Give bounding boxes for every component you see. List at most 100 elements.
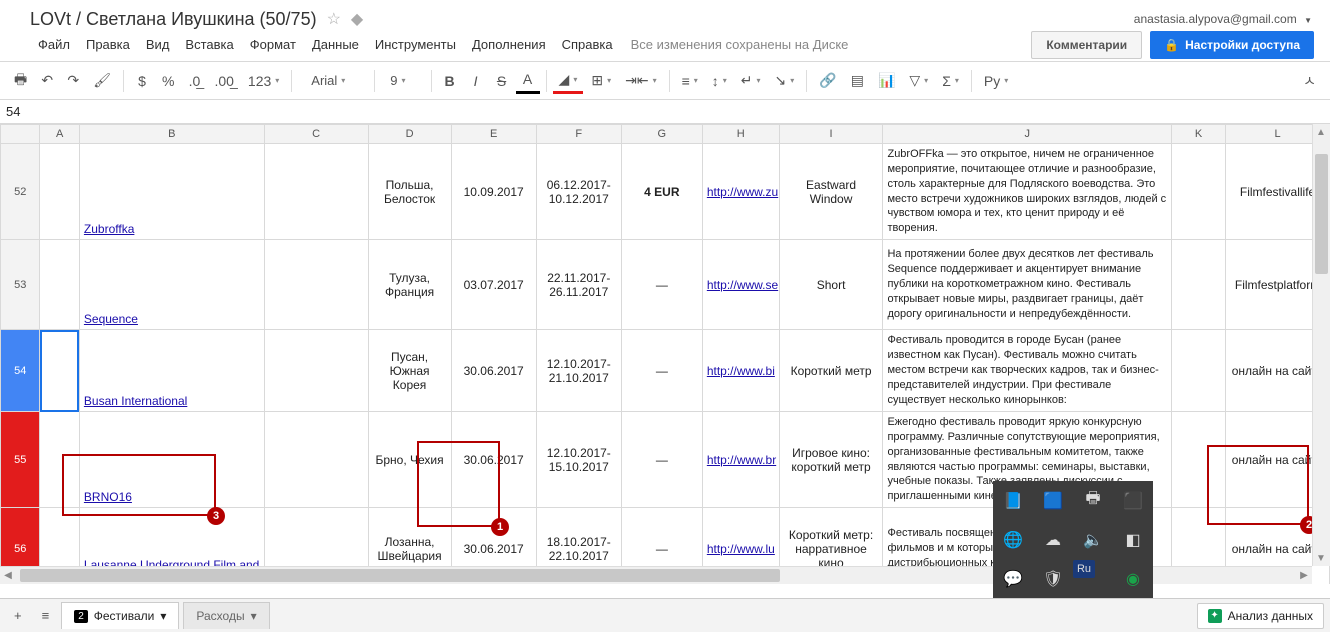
cell[interactable]: Пусан, Южная Корея [368,330,451,412]
column-header[interactable]: G [621,125,702,144]
italic-icon[interactable]: I [464,68,488,94]
cell[interactable]: http://www.se [702,240,779,330]
cell[interactable]: 03.07.2017 [451,240,536,330]
column-header[interactable]: C [264,125,368,144]
cell[interactable]: Игровое кино: короткий метр [779,412,883,508]
sheet-tab-expenses[interactable]: Расходы ▾ [183,602,269,629]
cell[interactable]: http://www.bi [702,330,779,412]
cell[interactable]: 22.11.2017-26.11.2017 [536,240,621,330]
format-percent-icon[interactable]: % [156,68,180,94]
cell[interactable]: Short [779,240,883,330]
row-header[interactable]: 54 [1,330,40,412]
document-title[interactable]: LOVt / Светлана Ивушкина (50/75) [30,9,317,30]
cell[interactable] [40,240,79,330]
collapse-toolbar-icon[interactable]: ㅅ [1297,68,1322,94]
menu-data[interactable]: Данные [304,33,367,56]
cell[interactable] [1172,330,1226,412]
sheet-tab-festivals[interactable]: 2 Фестивали ▾ [61,602,179,629]
cell[interactable]: 12.10.2017-21.10.2017 [536,330,621,412]
cell[interactable]: 30.06.2017 [451,412,536,508]
cell[interactable]: Eastward Window [779,144,883,240]
scroll-thumb[interactable] [1315,154,1328,274]
column-header[interactable]: E [451,125,536,144]
insert-link-icon[interactable]: 🔗 [813,68,842,94]
share-button[interactable]: 🔒 Настройки доступа [1150,31,1314,59]
column-header[interactable]: H [702,125,779,144]
menu-view[interactable]: Вид [138,33,178,56]
row-header[interactable]: 52 [1,144,40,240]
fill-color-icon[interactable]: ◢▾ [553,68,584,94]
menu-format[interactable]: Формат [242,33,304,56]
tray-icon[interactable]: 🛡 [1033,560,1073,599]
tray-icon[interactable]: 📘 [993,481,1033,520]
scroll-right-icon[interactable]: ▶ [1296,567,1312,583]
scroll-down-icon[interactable]: ▼ [1313,550,1329,566]
cell[interactable]: На протяжении более двух десятков лет фе… [883,240,1172,330]
borders-icon[interactable]: ⊞▾ [585,68,617,94]
cell[interactable] [264,144,368,240]
add-sheet-icon[interactable]: + [6,604,30,627]
cell[interactable]: — [621,330,702,412]
cell[interactable]: 06.12.2017-10.12.2017 [536,144,621,240]
tray-icon[interactable]: 🟦 [1033,481,1073,520]
cell[interactable]: http://www.br [702,412,779,508]
cell[interactable]: Тулуза, Франция [368,240,451,330]
text-color-icon[interactable]: A [516,68,540,94]
tray-icon[interactable]: 🔈 [1073,520,1113,559]
format-currency-icon[interactable]: $ [130,68,154,94]
h-align-icon[interactable]: ≡▾ [676,68,704,94]
tray-icon[interactable]: ◧ [1113,520,1153,559]
functions-icon[interactable]: Σ▾ [936,68,965,94]
cell[interactable]: ZubrOFFka — это открытое, ничем не огран… [883,144,1172,240]
text-wrap-icon[interactable]: ↵▾ [735,68,767,94]
cell[interactable]: 12.10.2017-15.10.2017 [536,412,621,508]
cell[interactable] [40,144,79,240]
menu-tools[interactable]: Инструменты [367,33,464,56]
cell[interactable]: Польша, Белосток [368,144,451,240]
all-sheets-icon[interactable]: ≡ [34,604,58,627]
column-header[interactable]: J [883,125,1172,144]
cell[interactable] [1172,412,1226,508]
row-header[interactable]: 53 [1,240,40,330]
redo-icon[interactable]: ↷ [61,68,85,94]
column-header[interactable]: F [536,125,621,144]
menu-edit[interactable]: Правка [78,33,138,56]
cell[interactable] [1172,240,1226,330]
cell[interactable]: — [621,412,702,508]
select-all-cell[interactable] [1,125,40,144]
cell[interactable]: Брно, Чехия [368,412,451,508]
column-header[interactable]: D [368,125,451,144]
tray-icon[interactable]: 🖶 [1073,481,1113,520]
comments-button[interactable]: Комментарии [1031,31,1142,59]
star-icon[interactable]: ☆ [327,9,341,29]
tray-icon[interactable]: ⬛ [1113,481,1153,520]
cell[interactable]: BRNO16 [79,412,264,508]
font-select[interactable]: Arial▾ [298,68,368,94]
menu-insert[interactable]: Вставка [177,33,241,56]
text-rotation-icon[interactable]: ↘▾ [769,68,801,94]
row-header[interactable]: 55 [1,412,40,508]
vertical-scrollbar[interactable]: ▲ ▼ [1312,124,1330,566]
tray-icon[interactable]: Ru [1073,560,1095,578]
bold-icon[interactable]: B [438,68,462,94]
system-tray[interactable]: 📘 🟦 🖶 ⬛ 🌐 ☁ 🔈 ◧ 💬 🛡 Ru ◉ [993,481,1153,599]
cell[interactable]: 30.06.2017 [451,330,536,412]
menu-file[interactable]: Файл [30,33,78,56]
scroll-left-icon[interactable]: ◀ [0,567,16,583]
cell[interactable]: Busan International [79,330,264,412]
cell[interactable] [264,240,368,330]
v-align-icon[interactable]: ↕▾ [706,68,733,94]
tray-icon[interactable]: ◉ [1113,560,1153,599]
cell[interactable]: http://www.zu [702,144,779,240]
tray-icon[interactable]: ☁ [1033,520,1073,559]
cell[interactable]: — [621,240,702,330]
insert-comment-icon[interactable]: ▤ [845,68,870,94]
name-box[interactable]: 54 [0,104,48,119]
font-size-select[interactable]: 9▾ [381,68,424,94]
cell[interactable]: 4 EUR [621,144,702,240]
column-header[interactable]: K [1172,125,1226,144]
tray-icon[interactable]: 🌐 [993,520,1033,559]
cell[interactable] [40,412,79,508]
cell[interactable] [1172,144,1226,240]
cell[interactable] [264,412,368,508]
